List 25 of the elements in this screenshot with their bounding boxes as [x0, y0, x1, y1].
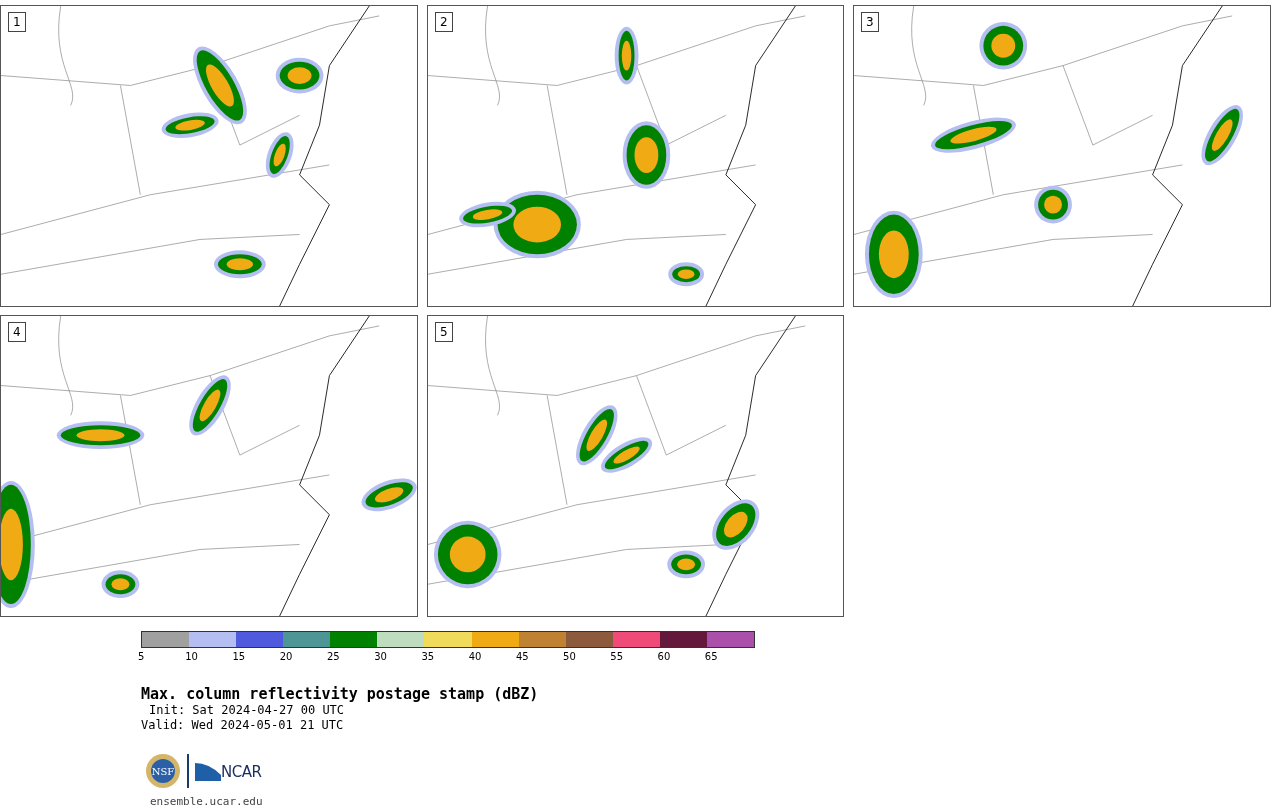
tick-label: 30: [374, 651, 387, 662]
tick-label: 65: [704, 651, 718, 662]
tick-label: 20: [279, 651, 293, 662]
swoosh-icon: [195, 761, 221, 781]
tick-label: 10: [185, 651, 198, 662]
panel-number: 3: [861, 12, 879, 32]
chart-title: Max. column reflectivity postage stamp (dBZ): [141, 685, 540, 703]
valid-time: Valid: Wed 2024-05-01 21 UTC: [141, 718, 345, 733]
tick-label: 25: [326, 651, 340, 662]
panel-number: 2: [435, 12, 453, 32]
tick-label: 5: [138, 651, 145, 662]
site-url: ensemble.ucar.edu: [150, 795, 264, 808]
panel-number: 4: [8, 322, 26, 342]
seal-logo: NSF: [145, 753, 181, 789]
init-time: Init: Sat 2024-04-27 00 UTC: [148, 703, 346, 718]
tick-label: 60: [657, 651, 671, 662]
tick-label: 55: [610, 651, 624, 662]
tick-label: 50: [563, 651, 576, 662]
logo-text: NCAR: [221, 763, 262, 781]
panel-number: 5: [435, 322, 453, 342]
tick-label: 40: [468, 651, 482, 662]
tick-label: 45: [515, 651, 529, 662]
tick-label: 35: [421, 651, 435, 662]
tick-label: 15: [232, 651, 246, 662]
panel-number: 1: [8, 12, 26, 32]
